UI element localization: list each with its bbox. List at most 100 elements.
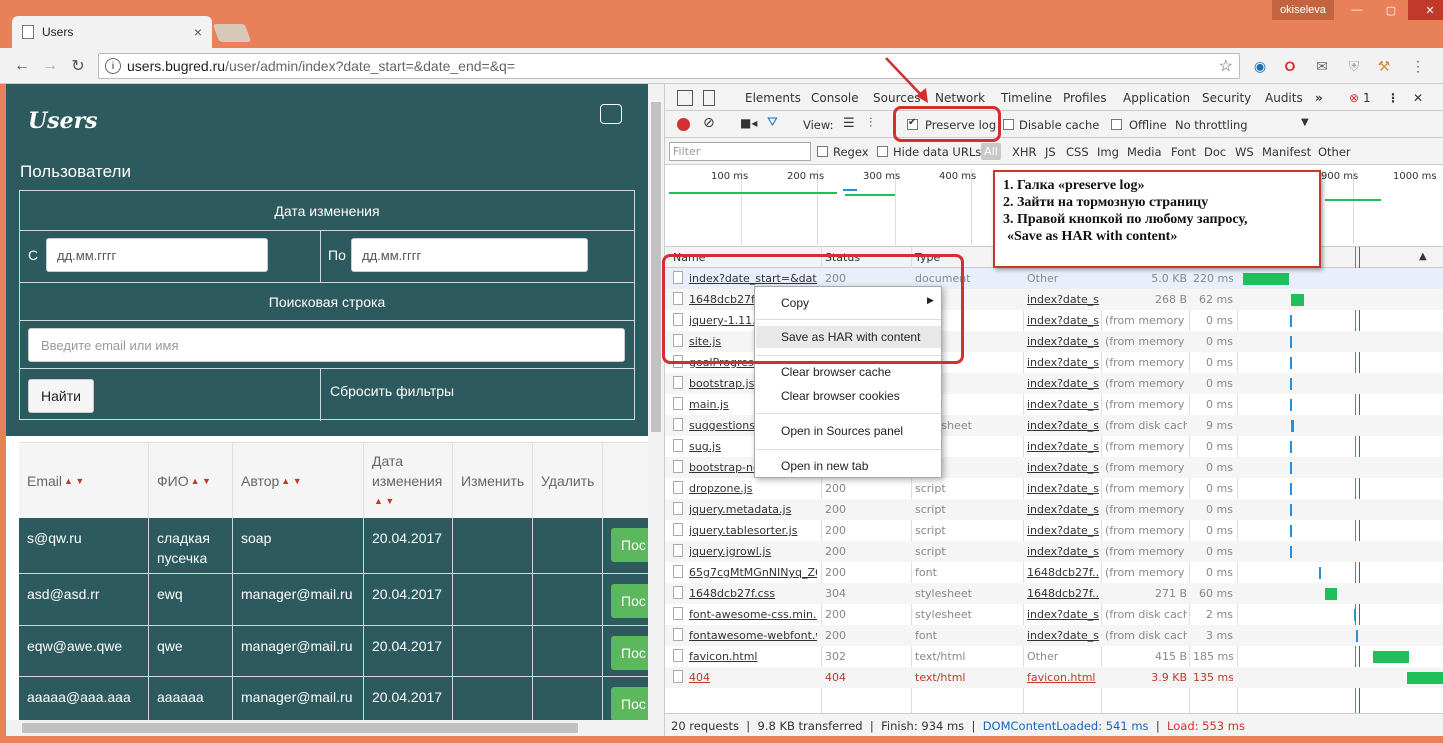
opera-extension-icon[interactable]: O [1280,56,1300,76]
bookmark-star-icon[interactable]: ☆ [1219,56,1233,76]
menu-item-clear-cache[interactable]: Clear browser cache [781,365,891,379]
view-button[interactable]: Пос [611,584,648,618]
date-to-placeholder: дд.мм.гггг [362,247,422,263]
request-row[interactable]: jquery.tablesorter.js 200 script index?date… [665,520,1443,541]
tab-network[interactable]: Network [935,91,985,105]
tab-timeline[interactable]: Timeline [1001,91,1052,105]
clear-icon[interactable]: ⊘ [703,115,715,131]
tab-profiles[interactable]: Profiles [1063,91,1107,105]
tab-application[interactable]: Application [1123,91,1190,105]
back-arrow-icon[interactable]: ← [8,57,36,75]
type-filter-img[interactable]: Img [1097,145,1119,159]
request-row[interactable]: jquery.metadata.js 200 script index?date_s.… [665,499,1443,520]
request-row[interactable]: 404 404 text/html favicon.html 3.9 KB 135 ms [665,667,1443,688]
throttling-select[interactable]: No throttling [1175,118,1248,132]
col-fio[interactable]: ФИО ▲ ▼ [149,443,233,519]
type-filter-media[interactable]: Media [1127,145,1162,159]
type-filter-manifest[interactable]: Manifest [1262,145,1311,159]
col-date[interactable]: Дата изменения ▲ ▼ [364,443,453,519]
chevron-down-icon[interactable]: ▼ [1301,117,1309,128]
tab-console[interactable]: Console [811,91,859,105]
globe-extension-icon[interactable]: ◉ [1250,56,1270,76]
sort-icon[interactable]: ▲ ▼ [281,476,301,486]
tab-security[interactable]: Security [1202,91,1251,105]
shield-extension-icon[interactable]: ⛨ [1344,56,1364,76]
tool-extension-icon[interactable]: ⚒ [1374,56,1394,76]
disable-cache-checkbox[interactable] [1003,119,1014,130]
minimize-button[interactable]: — [1340,0,1374,20]
close-devtools-icon[interactable]: ✕ [1413,91,1423,105]
find-button[interactable]: Найти [28,379,94,413]
filter-input[interactable]: Filter [669,142,811,161]
type-filter-other[interactable]: Other [1318,145,1351,159]
type-filter-font[interactable]: Font [1171,145,1196,159]
waterfall-bar [1291,420,1294,432]
type-filter-ws[interactable]: WS [1235,145,1254,159]
mail-extension-icon[interactable]: ✉ [1312,56,1332,76]
search-input[interactable]: Введите email или имя [28,328,625,362]
waterfall-bar [1407,672,1443,684]
tab-audits[interactable]: Audits [1265,91,1303,105]
maximize-button[interactable]: ▢ [1374,0,1408,20]
device-toolbar-icon[interactable] [703,90,715,106]
page-vertical-scrollbar[interactable] [648,84,664,720]
tab-elements[interactable]: Elements [745,91,801,105]
hide-data-urls-checkbox[interactable] [877,146,888,157]
request-row[interactable]: fontawesome-webfont.w... 200 font index?dat… [665,625,1443,646]
type-filter-xhr[interactable]: XHR [1012,145,1037,159]
reset-filters-link[interactable]: Сбросить фильтры [330,383,454,399]
scrollbar-thumb[interactable] [22,723,578,733]
sort-icon[interactable]: ▲ ▼ [191,476,211,486]
menu-item-clear-cookies[interactable]: Clear browser cookies [781,389,900,403]
request-time: 0 ms [1206,314,1233,327]
page-horizontal-scrollbar[interactable] [6,720,664,736]
request-row[interactable]: 1648dcb27f.css 304 stylesheet 1648dcb27f...… [665,583,1443,604]
address-bar[interactable]: i users.bugred.ru /user/admin/index?date… [98,53,1240,79]
filter-icon[interactable]: ⛛ [767,115,778,130]
browser-tab[interactable]: Users × [12,16,212,48]
offline-checkbox[interactable] [1111,119,1122,130]
error-icon[interactable]: ⊗ [1349,91,1359,105]
profile-badge[interactable]: okiseleva [1272,0,1334,20]
devtools-menu-icon[interactable]: ⋮ [1387,91,1399,105]
sort-up-icon[interactable]: ▲ [1419,251,1427,262]
col-email[interactable]: Email ▲ ▼ [19,443,149,519]
forward-arrow-icon[interactable]: → [36,57,64,75]
request-row[interactable]: favicon.html 302 text/html Other 415 B 185 ms [665,646,1443,667]
type-filter-js[interactable]: JS [1045,145,1056,159]
menu-dots-icon[interactable]: ⋮ [1408,56,1428,76]
menu-item-open-sources[interactable]: Open in Sources panel [781,424,903,438]
date-to-input[interactable]: дд.мм.гггг [351,238,588,272]
info-icon[interactable]: i [105,58,121,74]
request-row[interactable]: jquery.jgrowl.js 200 script index?date_s...… [665,541,1443,562]
new-tab-button[interactable] [212,24,252,42]
type-filter-all[interactable]: All [981,143,1001,160]
inspect-element-icon[interactable] [677,90,693,106]
more-tabs-icon[interactable]: » [1315,91,1323,105]
reload-icon[interactable]: ↻ [64,56,92,76]
col-author[interactable]: Автор ▲ ▼ [233,443,364,519]
menu-toggle-button[interactable] [600,104,622,124]
request-row[interactable]: 65g7cgMtMGnNINyq_Z6... 200 font 1648dcb27f.… [665,562,1443,583]
scrollbar-thumb[interactable] [651,102,661,432]
date-from-input[interactable]: дд.мм.гггг [46,238,268,272]
request-row[interactable]: font-awesome-css.min.css 200 stylesheet ind… [665,604,1443,625]
type-filter-doc[interactable]: Doc [1204,145,1226,159]
record-icon[interactable] [677,118,690,131]
sort-icon[interactable]: ▲ ▼ [374,491,394,511]
view-button[interactable]: Пос [611,528,648,562]
capture-screenshots-icon[interactable]: ■◂ [740,116,757,130]
cell-date: 20.04.2017 [364,574,453,625]
view-button[interactable]: Пос [611,687,648,720]
regex-checkbox[interactable] [817,146,828,157]
large-rows-icon[interactable]: ☰ [843,116,855,131]
overview-icon[interactable]: ⫶ [869,116,872,131]
close-tab-icon[interactable]: × [194,24,202,40]
sort-icon[interactable]: ▲ ▼ [64,476,84,486]
app-logo[interactable]: Users [28,108,98,134]
menu-item-open-new-tab[interactable]: Open in new tab [781,459,868,473]
view-button[interactable]: Пос [611,636,648,670]
close-window-button[interactable]: ✕ [1408,0,1443,20]
type-filter-css[interactable]: CSS [1066,145,1089,159]
request-row[interactable]: dropzone.js 200 script index?date_s... (from… [665,478,1443,499]
